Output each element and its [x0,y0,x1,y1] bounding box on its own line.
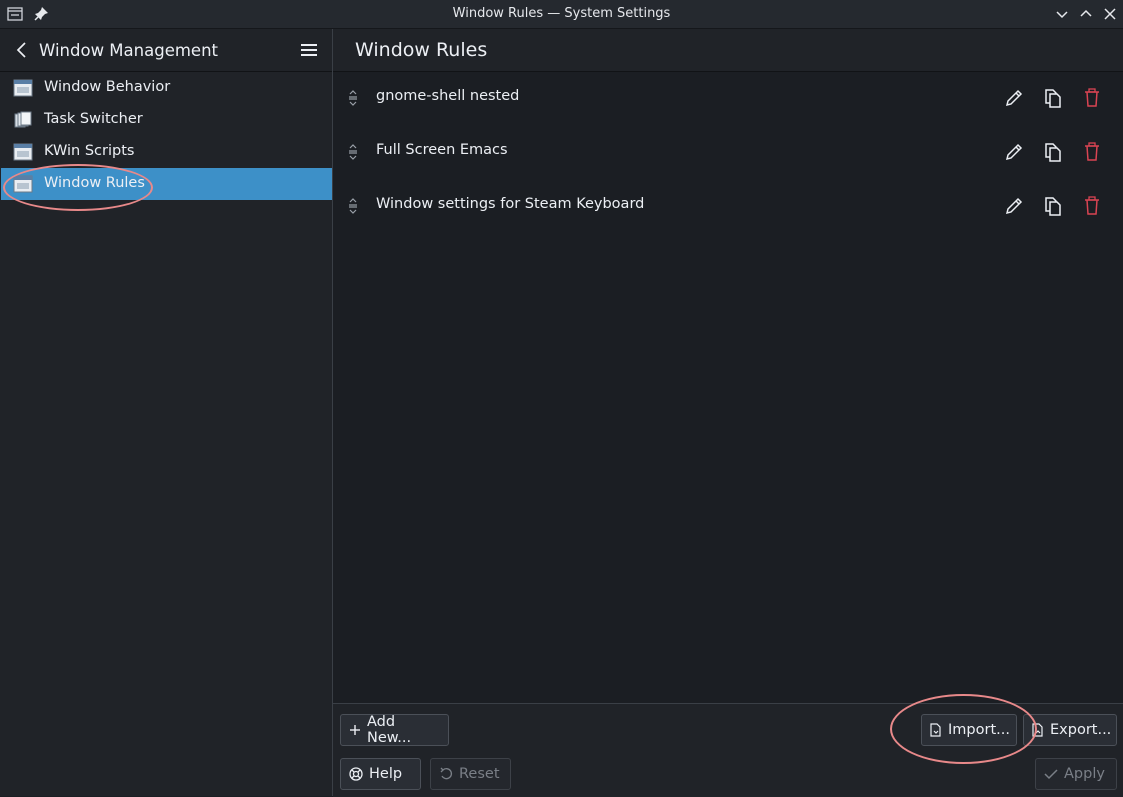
rule-row[interactable]: Full Screen Emacs [333,126,1123,180]
help-label: Help [369,766,403,782]
back-arrow-icon[interactable] [14,41,30,59]
import-label: Import... [948,722,1010,738]
minimize-icon[interactable] [1053,5,1071,23]
window-title: Window Rules — System Settings [452,6,671,21]
sidebar-item-label: Window Rules [44,175,145,191]
reset-button[interactable]: Reset [430,758,511,790]
hamburger-menu-icon[interactable] [300,42,318,58]
footer-toolbar: Add New... Import... Export... Help Rese… [333,703,1123,797]
sidebar-item-label: Window Behavior [44,79,171,95]
sidebar-item-window-rules[interactable]: Window Rules [1,168,332,200]
task-switcher-icon [14,111,32,128]
reset-label: Reset [459,766,500,782]
sidebar-header: Window Management [0,29,332,72]
export-button[interactable]: Export... [1023,714,1117,746]
sidebar-item-window-behavior[interactable]: Window Behavior [1,72,332,104]
duplicate-icon[interactable] [1042,195,1064,217]
checkmark-icon [1044,769,1058,780]
edit-icon[interactable] [1003,141,1025,163]
import-file-icon [930,723,941,737]
window-behavior-icon [13,79,33,97]
main-panel: Window Rules gnome-shell nested Full Scr… [333,29,1123,797]
delete-icon[interactable] [1081,87,1103,109]
window-rules-icon [13,175,33,193]
import-button[interactable]: Import... [921,714,1017,746]
apply-label: Apply [1064,766,1105,782]
sidebar-item-kwin-scripts[interactable]: KWin Scripts [1,136,332,168]
sidebar-item-label: Task Switcher [44,111,143,127]
reset-undo-icon [440,767,452,780]
add-new-button[interactable]: Add New... [340,714,449,746]
main-header: Window Rules [333,29,1123,72]
page-title: Window Rules [355,39,488,61]
rule-name: Window settings for Steam Keyboard [376,196,645,212]
edit-icon[interactable] [1003,195,1025,217]
sidebar: Window Management Window Behavior Task S… [0,29,333,796]
drag-handle-icon[interactable] [347,89,359,107]
sidebar-item-task-switcher[interactable]: Task Switcher [1,104,332,136]
delete-icon[interactable] [1081,141,1103,163]
drag-handle-icon[interactable] [347,143,359,161]
help-lifebuoy-icon [349,767,363,781]
drag-handle-icon[interactable] [347,197,359,215]
duplicate-icon[interactable] [1042,87,1064,109]
export-file-icon [1032,723,1043,737]
rule-name: Full Screen Emacs [376,142,508,158]
edit-icon[interactable] [1003,87,1025,109]
rule-row[interactable]: Window settings for Steam Keyboard [333,180,1123,234]
title-bar: Window Rules — System Settings [0,0,1123,29]
rule-row[interactable]: gnome-shell nested [333,72,1123,126]
rule-name: gnome-shell nested [376,88,520,104]
export-label: Export... [1050,722,1112,738]
close-icon[interactable] [1101,5,1119,23]
maximize-icon[interactable] [1077,5,1095,23]
add-new-label: Add New... [367,714,412,746]
duplicate-icon[interactable] [1042,141,1064,163]
sidebar-title: Window Management [39,41,218,60]
kwin-scripts-icon [13,143,33,161]
apply-button[interactable]: Apply [1035,758,1117,790]
sidebar-item-label: KWin Scripts [44,143,135,159]
help-button[interactable]: Help [340,758,421,790]
delete-icon[interactable] [1081,195,1103,217]
plus-icon [350,725,360,735]
